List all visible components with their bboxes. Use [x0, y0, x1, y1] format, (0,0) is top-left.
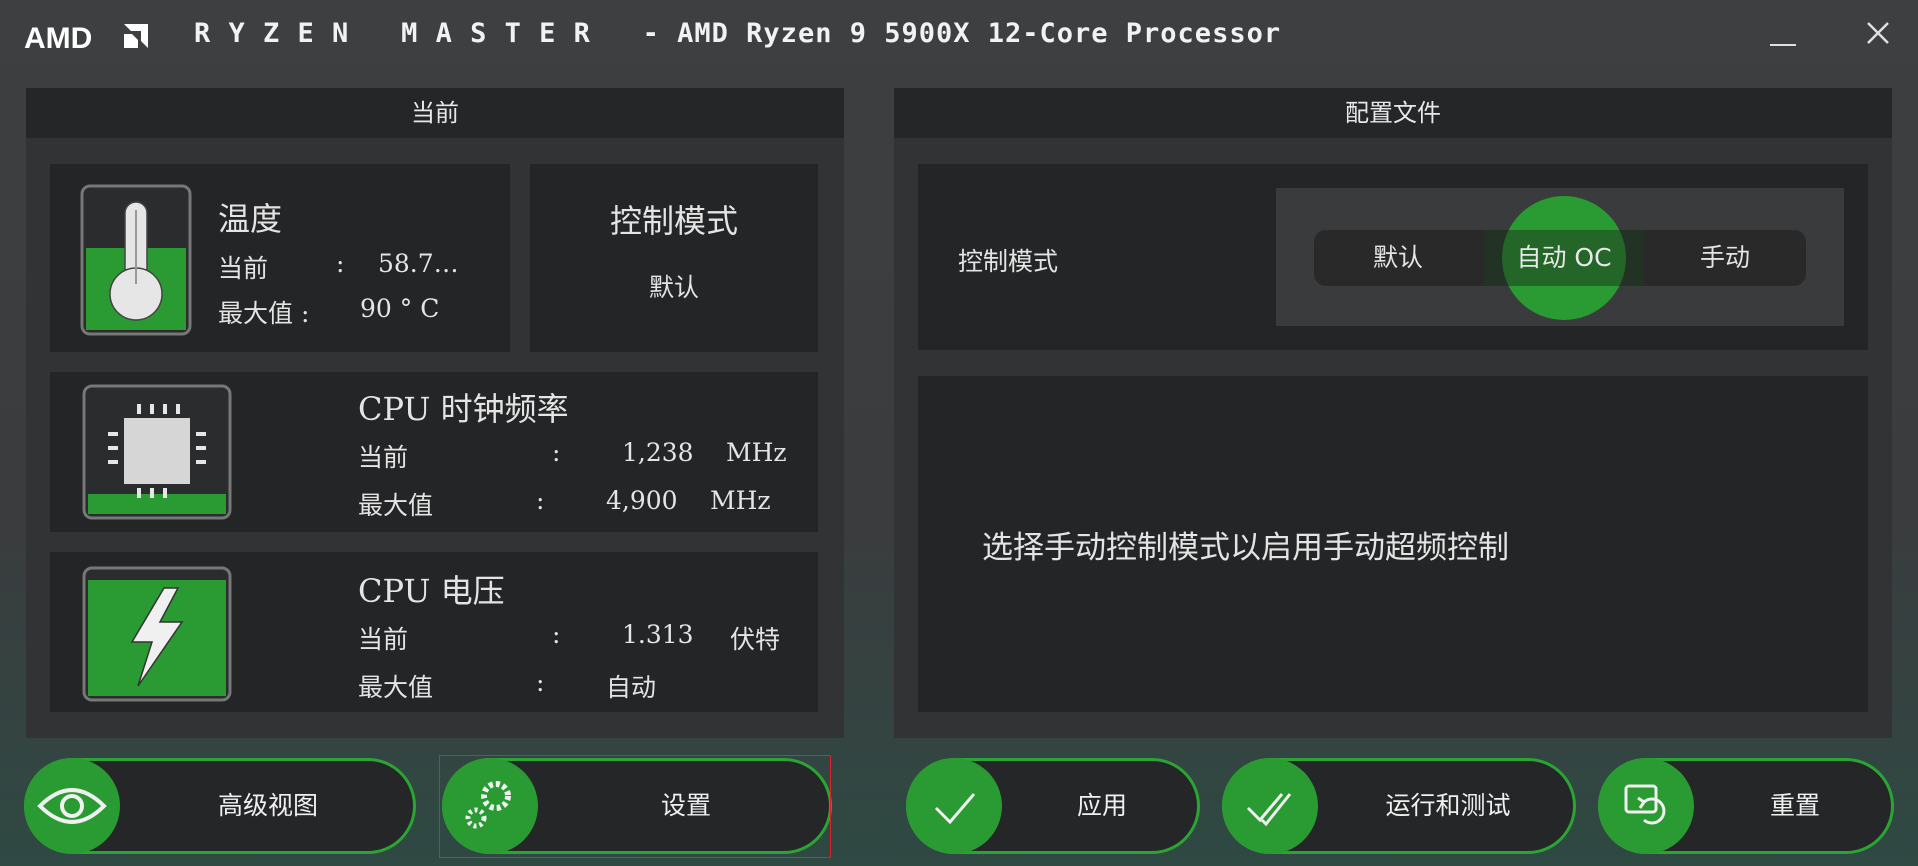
settings-highlight-box: [439, 755, 831, 858]
current-panel-header: 当前: [26, 88, 844, 138]
ryzen-master-window: AMD R Y Z E N M A S T E R - AMD Ryzen 9 …: [0, 0, 1918, 866]
cpu-voltage-current-sep: :: [552, 620, 561, 649]
temperature-card: 温度 当前 : 58.7… 最大值 : 90 ° C: [50, 164, 510, 352]
mode-option-default[interactable]: 默认: [1314, 230, 1482, 286]
cpu-clock-title: CPU 时钟频率: [358, 390, 569, 428]
run-test-icon-circle: [1222, 758, 1318, 854]
window-title: R Y Z E N M A S T E R - AMD Ryzen 9 5900…: [194, 18, 1282, 49]
mode-option-manual[interactable]: 手动: [1644, 230, 1806, 286]
reset-icon-circle: [1598, 758, 1694, 854]
close-button[interactable]: [1856, 14, 1902, 54]
temperature-max-label: 最大值 :: [218, 299, 310, 328]
temperature-title: 温度: [218, 200, 283, 238]
cpu-clock-current-unit: MHz: [726, 438, 787, 467]
minimize-icon: [1770, 44, 1796, 46]
eye-icon: [37, 788, 107, 824]
mode-selector: 默认 自动 OC 手动: [1314, 196, 1806, 320]
cpu-voltage-max-value: 自动: [606, 673, 657, 702]
profile-control-mode-label: 控制模式: [958, 247, 1059, 276]
advanced-view-label: 高级视图: [217, 791, 318, 820]
control-mode-value: 默认: [648, 273, 699, 302]
cpu-voltage-card: CPU 电压 当前 : 1.313 伏特 最大值 : 自动: [50, 552, 818, 712]
cpu-voltage-title: CPU 电压: [358, 572, 505, 610]
cpu-clock-max-sep: :: [536, 486, 545, 515]
amd-logo: AMD: [24, 22, 148, 52]
cpu-voltage-current-value: 1.313: [622, 620, 694, 649]
double-check-icon: [1246, 793, 1292, 827]
thermometer-icon: [80, 184, 192, 336]
control-mode-title: 控制模式: [609, 202, 738, 240]
cpu-voltage-max-label: 最大值: [358, 673, 434, 702]
close-icon: [1867, 22, 1889, 44]
profile-panel-header: 配置文件: [894, 88, 1892, 138]
apply-icon-circle: [906, 758, 1002, 854]
cpu-clock-current-value: 1,238: [622, 438, 694, 467]
cpu-clock-card: CPU 时钟频率 当前 : 1,238 MHz 最大值 : 4,900 MHz: [50, 372, 818, 532]
control-mode-card: 控制模式 默认: [530, 164, 818, 352]
lightning-icon: [82, 566, 232, 702]
temperature-current-value: 58.7…: [378, 249, 459, 278]
temperature-max-value: 90 ° C: [360, 294, 440, 323]
apply-button[interactable]: 应用: [906, 758, 1200, 854]
temperature-current-label: 当前: [218, 254, 269, 283]
profile-message-card: 选择手动控制模式以启用手动超频控制: [918, 376, 1868, 712]
title-bar: AMD R Y Z E N M A S T E R - AMD Ryzen 9 …: [0, 0, 1918, 70]
cpu-voltage-current-unit: 伏特: [730, 625, 781, 654]
checkmark-icon: [934, 793, 976, 825]
run-test-label: 运行和测试: [1385, 791, 1511, 820]
cpu-voltage-current-label: 当前: [358, 625, 409, 654]
temperature-current-sep: :: [336, 249, 345, 278]
advanced-view-button[interactable]: 高级视图: [24, 758, 416, 854]
cpu-clock-current-label: 当前: [358, 443, 409, 472]
cpu-clock-max-label: 最大值: [358, 491, 434, 520]
minimize-button[interactable]: [1760, 14, 1806, 54]
reset-button[interactable]: 重置: [1598, 758, 1894, 854]
advanced-view-icon-circle: [24, 758, 120, 854]
cpu-voltage-max-sep: :: [536, 668, 545, 697]
cpu-clock-max-value: 4,900: [606, 486, 678, 515]
cpu-clock-current-sep: :: [552, 438, 561, 467]
mode-option-auto-oc[interactable]: 自动 OC: [1484, 230, 1644, 286]
cpu-clock-max-unit: MHz: [710, 486, 771, 515]
reset-icon: [1624, 784, 1666, 825]
manual-mode-hint: 选择手动控制模式以启用手动超频控制: [982, 530, 1509, 566]
apply-label: 应用: [1076, 791, 1127, 820]
svg-text:AMD: AMD: [24, 22, 92, 52]
cpu-chip-icon: [82, 384, 232, 520]
run-test-button[interactable]: 运行和测试: [1222, 758, 1576, 854]
reset-label: 重置: [1769, 791, 1820, 820]
